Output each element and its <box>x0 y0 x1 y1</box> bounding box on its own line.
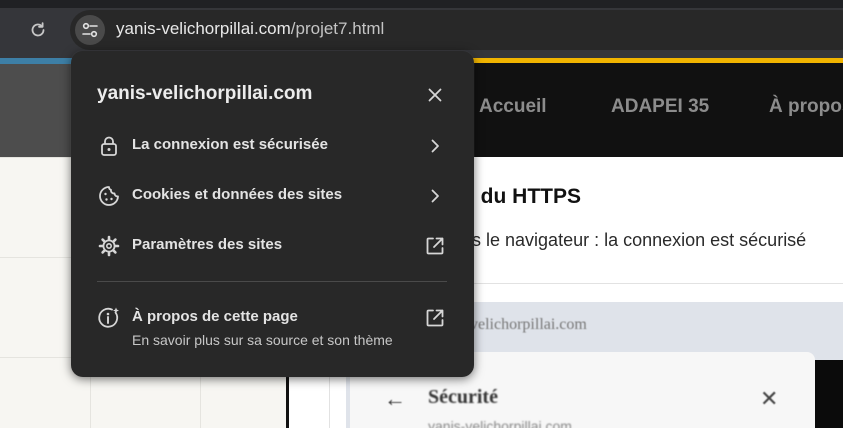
popup-close-button[interactable] <box>421 81 449 109</box>
article-paragraph: ns le navigateur : la connexion est sécu… <box>462 230 807 250</box>
about-page-sublabel: En savoir plus sur sa source et son thèm… <box>132 332 393 348</box>
address-url[interactable]: yanis-velichorpillai.com/projet7.html <box>116 19 384 39</box>
nav-link-accueil[interactable]: Accueil <box>479 96 547 118</box>
open-external-icon <box>423 234 447 258</box>
popup-title: yanis-velichorpillai.com <box>97 83 313 104</box>
cookies-row[interactable]: Cookies et données des sites <box>71 171 474 221</box>
site-settings-row[interactable]: Paramètres des sites <box>71 221 474 271</box>
page-info-icon <box>97 306 121 330</box>
nav-link-apropos[interactable]: À propos <box>769 96 843 118</box>
reload-icon <box>31 22 45 37</box>
nav-link-adapei[interactable]: ADAPEI 35 <box>611 96 709 118</box>
about-page-label: À propos de cette page <box>132 308 298 325</box>
tune-icon <box>82 22 98 38</box>
cookies-label: Cookies et données des sites <box>132 186 343 203</box>
gear-icon <box>97 234 121 258</box>
site-info-button[interactable] <box>75 15 105 45</box>
site-settings-label: Paramètres des sites <box>132 236 283 253</box>
popup-divider <box>97 281 447 282</box>
connection-secure-label: La connexion est sécurisée <box>132 136 328 153</box>
reload-button[interactable] <box>24 16 52 44</box>
chevron-right-icon <box>423 184 447 208</box>
url-path: /projet7.html <box>290 19 385 38</box>
chevron-right-icon <box>423 134 447 158</box>
screenshot-panel-subtitle: yanis-velichorpillai.com <box>428 418 572 428</box>
article-heading: n du HTTPS <box>462 185 581 208</box>
url-host: yanis-velichorpillai.com <box>116 19 291 38</box>
open-external-icon <box>423 306 447 330</box>
screenshot-close-icon: ✕ <box>760 386 779 411</box>
connection-secure-row[interactable]: La connexion est sécurisée <box>71 121 474 171</box>
screenshot-panel-title: Sécurité <box>428 386 498 408</box>
cookie-icon <box>97 184 121 208</box>
screenshot-dark-edge <box>815 360 843 428</box>
tab-strip <box>0 0 843 8</box>
site-info-popup: yanis-velichorpillai.com La connexion es… <box>71 51 474 377</box>
screenshot-back-icon: ← <box>384 386 406 411</box>
close-icon <box>428 88 442 102</box>
screenshot-url-text: velichorpillai.com <box>470 316 587 333</box>
lock-icon <box>97 134 121 158</box>
